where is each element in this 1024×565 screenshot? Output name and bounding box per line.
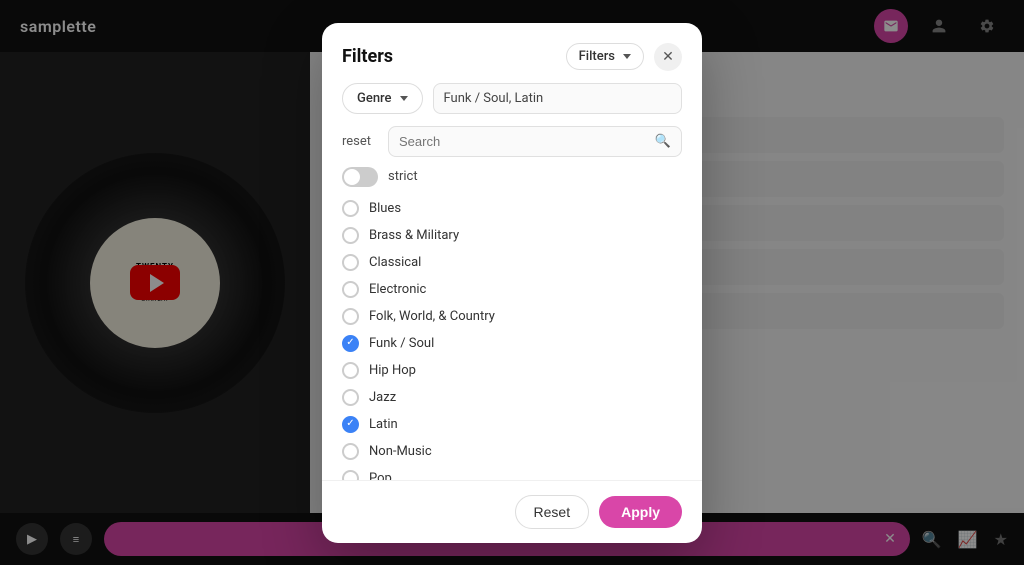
genre-checkbox[interactable]: [342, 308, 359, 325]
genre-checkbox[interactable]: [342, 389, 359, 406]
search-icon: 🔍: [655, 134, 671, 149]
genre-item[interactable]: Latin: [342, 411, 678, 438]
genre-item[interactable]: Classical: [342, 249, 678, 276]
genre-checkbox[interactable]: [342, 470, 359, 480]
genre-checkbox[interactable]: [342, 335, 359, 352]
genre-name: Non-Music: [369, 444, 432, 459]
genre-dropdown-label: Genre: [357, 91, 392, 106]
genre-checkbox[interactable]: [342, 200, 359, 217]
genre-name: Folk, World, & Country: [369, 309, 495, 324]
genre-item[interactable]: Non-Music: [342, 438, 678, 465]
genre-item[interactable]: Pop: [342, 465, 678, 480]
genre-item[interactable]: Hip Hop: [342, 357, 678, 384]
genre-checkbox[interactable]: [342, 443, 359, 460]
genre-name: Funk / Soul: [369, 336, 434, 351]
reset-search-row: reset 🔍: [342, 126, 682, 157]
modal-body: Genre Funk / Soul, Latin reset 🔍 strict: [322, 83, 702, 480]
genre-name: Pop: [369, 471, 392, 480]
apply-button[interactable]: Apply: [599, 496, 682, 528]
genre-value-display: Funk / Soul, Latin: [433, 83, 683, 114]
genre-name: Classical: [369, 255, 421, 270]
modal-header: Filters Filters ✕: [322, 23, 702, 83]
genre-item[interactable]: Brass & Military: [342, 222, 678, 249]
genre-checkbox[interactable]: [342, 254, 359, 271]
strict-toggle-row: strict: [342, 167, 682, 187]
close-button[interactable]: ✕: [654, 43, 682, 71]
reset-button[interactable]: Reset: [515, 495, 590, 529]
genre-chevron-icon: [400, 96, 408, 101]
strict-label: strict: [388, 169, 418, 184]
modal-overlay: Filters Filters ✕ Genre Funk / Soul, Lat…: [0, 0, 1024, 565]
genre-name: Latin: [369, 417, 398, 432]
search-box[interactable]: 🔍: [388, 126, 682, 157]
genre-name: Blues: [369, 201, 401, 216]
search-input[interactable]: [399, 134, 649, 149]
genre-filter-row: Genre Funk / Soul, Latin: [342, 83, 682, 114]
genre-checkbox[interactable]: [342, 362, 359, 379]
genre-dropdown[interactable]: Genre: [342, 83, 423, 114]
genre-name: Electronic: [369, 282, 426, 297]
genre-item[interactable]: Jazz: [342, 384, 678, 411]
genre-name: Jazz: [369, 390, 396, 405]
genre-checkbox[interactable]: [342, 281, 359, 298]
genre-item[interactable]: Funk / Soul: [342, 330, 678, 357]
genre-checkbox[interactable]: [342, 416, 359, 433]
genre-item[interactable]: Blues: [342, 195, 678, 222]
chevron-down-icon: [623, 54, 631, 59]
toggle-knob: [344, 169, 360, 185]
genre-checkbox[interactable]: [342, 227, 359, 244]
modal-header-right: Filters ✕: [566, 43, 682, 71]
filters-pill-button[interactable]: Filters: [566, 43, 644, 70]
genre-item[interactable]: Folk, World, & Country: [342, 303, 678, 330]
genre-name: Brass & Military: [369, 228, 459, 243]
filters-modal: Filters Filters ✕ Genre Funk / Soul, Lat…: [322, 23, 702, 543]
strict-toggle[interactable]: [342, 167, 378, 187]
filters-pill-label: Filters: [579, 49, 615, 64]
genre-name: Hip Hop: [369, 363, 416, 378]
reset-label[interactable]: reset: [342, 134, 378, 149]
genre-item[interactable]: Electronic: [342, 276, 678, 303]
genre-list: Blues Brass & Military Classical Electronic…: [342, 195, 682, 480]
modal-title: Filters: [342, 46, 393, 67]
modal-footer: Reset Apply: [322, 480, 702, 543]
